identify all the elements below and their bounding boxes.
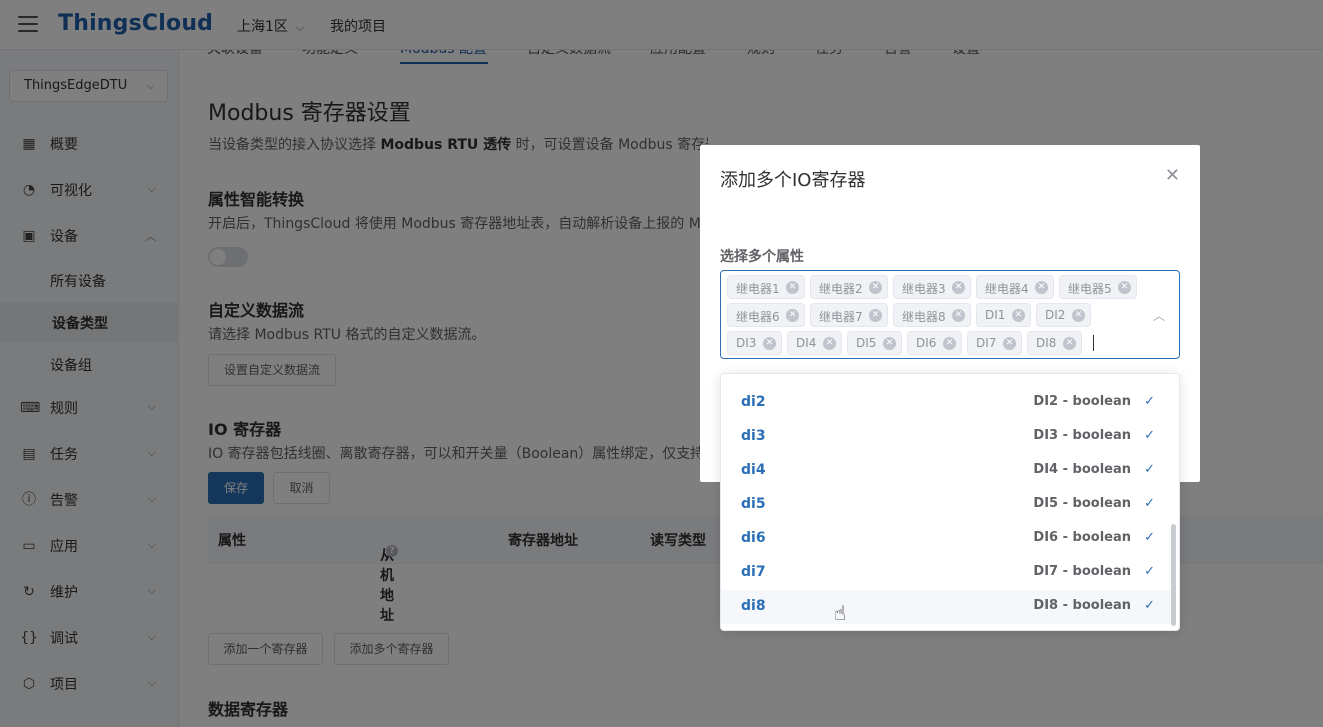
- tag-label: 继电器3: [902, 282, 946, 296]
- tag-label: DI2: [1045, 308, 1066, 322]
- check-icon: ✓: [1144, 564, 1155, 579]
- option-key: di4: [741, 462, 766, 478]
- tag-close-icon[interactable]: ✕: [763, 337, 776, 350]
- tag-close-icon[interactable]: ✕: [1035, 281, 1048, 294]
- list-item[interactable]: di2 DI2 - boolean ✓: [721, 386, 1173, 420]
- option-value: DI8 - boolean: [1033, 598, 1131, 613]
- selected-tag: 继电器2 ✕: [810, 275, 888, 299]
- check-icon: ✓: [1144, 462, 1155, 477]
- list-item[interactable]: di5 DI5 - boolean ✓: [721, 488, 1173, 522]
- tag-close-icon[interactable]: ✕: [883, 337, 896, 350]
- check-icon: ✓: [1144, 428, 1155, 443]
- option-value: DI7 - boolean: [1033, 564, 1131, 579]
- tag-close-icon[interactable]: ✕: [1003, 337, 1016, 350]
- attributes-dropdown: di2 DI2 - boolean ✓ di3 DI3 - boolean ✓ …: [720, 373, 1180, 631]
- check-icon: ✓: [1144, 598, 1155, 613]
- tag-label: DI3: [736, 336, 757, 350]
- selected-tag: 继电器1 ✕: [727, 275, 805, 299]
- tag-close-icon[interactable]: ✕: [869, 309, 882, 322]
- tag-label: 继电器8: [902, 310, 946, 324]
- option-key: di6: [741, 530, 766, 546]
- tag-label: 继电器2: [819, 282, 863, 296]
- tag-close-icon[interactable]: ✕: [952, 281, 965, 294]
- selected-tag: DI5 ✕: [847, 331, 902, 355]
- tag-close-icon[interactable]: ✕: [1072, 309, 1085, 322]
- select-attributes-label: 选择多个属性: [720, 249, 804, 265]
- check-icon: ✓: [1144, 394, 1155, 409]
- option-value: DI4 - boolean: [1033, 462, 1131, 477]
- option-key: di3: [741, 428, 766, 444]
- tag-label: DI5: [856, 336, 877, 350]
- tag-close-icon[interactable]: ✕: [1012, 309, 1025, 322]
- text-cursor: [1093, 335, 1094, 351]
- selected-tag: 继电器6 ✕: [727, 303, 805, 327]
- option-key: di8: [741, 598, 766, 614]
- option-value: DI2 - boolean: [1033, 394, 1131, 409]
- tag-label: 继电器6: [736, 310, 780, 324]
- tag-label: DI1: [985, 308, 1006, 322]
- check-icon: ✓: [1144, 530, 1155, 545]
- tag-label: 继电器4: [985, 282, 1029, 296]
- check-icon: ✓: [1144, 496, 1155, 511]
- tag-close-icon[interactable]: ✕: [786, 309, 799, 322]
- selected-tag: 继电器5 ✕: [1059, 275, 1137, 299]
- tag-close-icon[interactable]: ✕: [823, 337, 836, 350]
- tag-close-icon[interactable]: ✕: [1118, 281, 1131, 294]
- tag-close-icon[interactable]: ✕: [1063, 337, 1076, 350]
- close-icon[interactable]: ✕: [1165, 167, 1180, 185]
- selected-tag: DI3 ✕: [727, 331, 782, 355]
- tag-label: DI7: [976, 336, 997, 350]
- option-key: di2: [741, 394, 766, 410]
- selected-tag: 继电器7 ✕: [810, 303, 888, 327]
- dialog-title: 添加多个IO寄存器: [720, 170, 866, 191]
- tag-label: DI4: [796, 336, 817, 350]
- option-key: di5: [741, 496, 766, 512]
- option-value: DI3 - boolean: [1033, 428, 1131, 443]
- list-item[interactable]: di8 DI8 - boolean ✓: [721, 590, 1173, 624]
- selected-tag: DI4 ✕: [787, 331, 842, 355]
- selected-tag: DI6 ✕: [907, 331, 962, 355]
- tag-label: 继电器5: [1068, 282, 1112, 296]
- tag-label: DI8: [1036, 336, 1057, 350]
- selected-tag: 继电器3 ✕: [893, 275, 971, 299]
- tag-label: 继电器1: [736, 282, 780, 296]
- tag-close-icon[interactable]: ✕: [952, 309, 965, 322]
- tag-close-icon[interactable]: ✕: [869, 281, 882, 294]
- dropdown-scrollbar[interactable]: [1171, 524, 1176, 626]
- tag-close-icon[interactable]: ✕: [786, 281, 799, 294]
- option-value: DI5 - boolean: [1033, 496, 1131, 511]
- selected-tag: 继电器4 ✕: [976, 275, 1054, 299]
- hand-pointer-icon: ☝: [834, 601, 847, 625]
- chevron-up-icon[interactable]: ︿: [1153, 307, 1165, 324]
- option-value: DI6 - boolean: [1033, 530, 1131, 545]
- list-item[interactable]: di7 DI7 - boolean ✓: [721, 556, 1173, 590]
- tag-close-icon[interactable]: ✕: [943, 337, 956, 350]
- selected-tag: DI1 ✕: [976, 303, 1031, 327]
- selected-tag: DI7 ✕: [967, 331, 1022, 355]
- option-key: di7: [741, 564, 766, 580]
- selected-tag: DI2 ✕: [1036, 303, 1091, 327]
- selected-tag: DI8 ✕: [1027, 331, 1082, 355]
- attributes-multi-select[interactable]: 继电器1 ✕ 继电器2 ✕ 继电器3 ✕ 继电器4 ✕ 继电器5 ✕ 继电器6 ✕ 继电器7…: [720, 270, 1180, 359]
- list-item[interactable]: di4 DI4 - boolean ✓: [721, 454, 1173, 488]
- selected-tag: 继电器8 ✕: [893, 303, 971, 327]
- tag-label: 继电器7: [819, 310, 863, 324]
- list-item[interactable]: di3 DI3 - boolean ✓: [721, 420, 1173, 454]
- list-item[interactable]: di6 DI6 - boolean ✓: [721, 522, 1173, 556]
- tag-label: DI6: [916, 336, 937, 350]
